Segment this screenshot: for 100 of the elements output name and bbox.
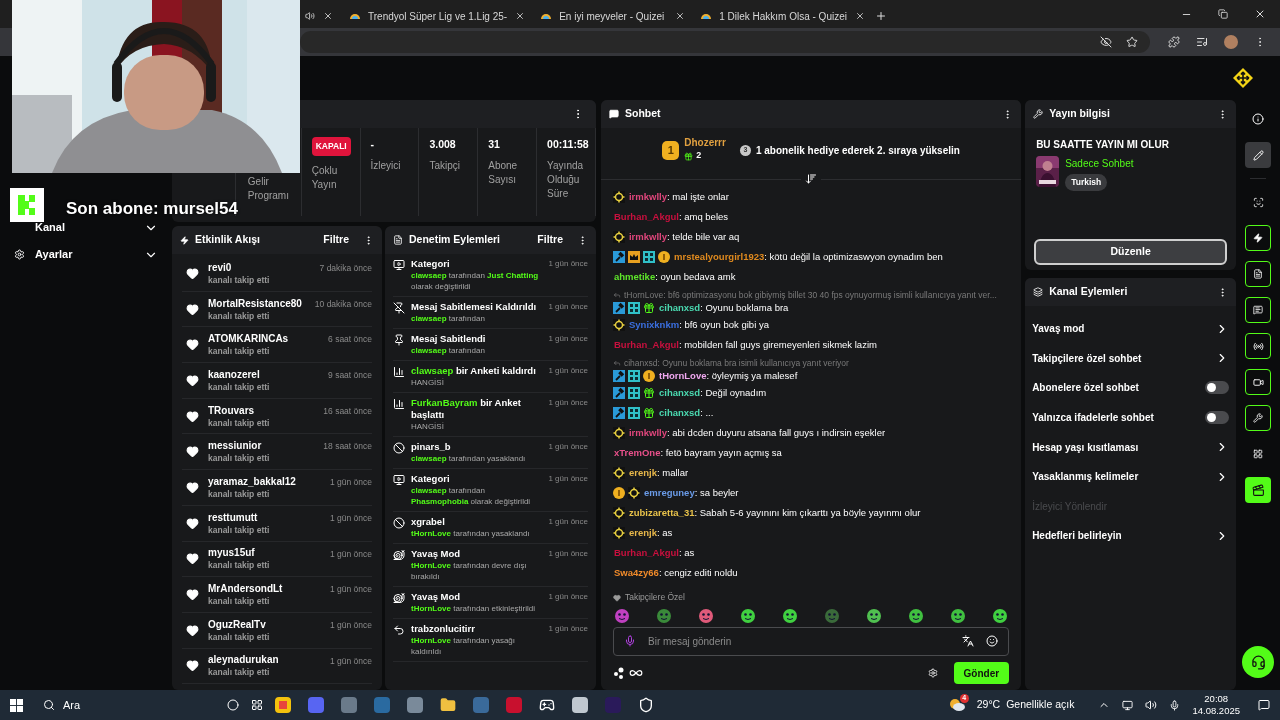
emote-icon[interactable]: [698, 607, 714, 624]
action-detail: tHornLove tarafından etkinleştirildi: [411, 603, 537, 614]
emote-icon[interactable]: [782, 607, 799, 624]
clapperboard-icon: [1251, 483, 1265, 497]
info-icon: [1252, 113, 1265, 125]
heart-icon: [186, 266, 199, 280]
browser-tab[interactable]: Trendyol Süper Lig ve 1.Lig 25-: [342, 4, 534, 28]
toggle-switch[interactable]: [1205, 381, 1230, 395]
heart-icon: [186, 480, 199, 494]
emote-icon[interactable]: [656, 607, 672, 624]
follow-action: kanalı takip etti: [208, 523, 271, 536]
reply-text: tHornLove: bf6 optimizasyonu bok gibiymiş billet 30 40 fps oynuyormuş isimli kullanıcıya yanıt ver...: [624, 288, 997, 302]
follow-action: kanalı takip etti: [208, 380, 271, 393]
document-icon: [393, 235, 403, 245]
follower-name: MrAndersondLt: [208, 582, 284, 596]
video-button[interactable]: [1245, 369, 1272, 395]
emote-icon[interactable]: [992, 607, 1009, 624]
collapse-icon[interactable]: [805, 173, 818, 185]
channel-action-item[interactable]: Abonelere özel sohbet: [1032, 373, 1230, 403]
support-button[interactable]: [1242, 646, 1275, 678]
microphone-icon[interactable]: [1169, 699, 1181, 711]
target-badge-icon: [613, 527, 625, 539]
browser-tab[interactable]: 1 Dilek Hakkım Olsa - Quizei: [693, 4, 873, 28]
og-badge-icon: [628, 407, 640, 419]
category-link[interactable]: Sadece Sohbet: [1065, 156, 1134, 171]
channel-action-item[interactable]: Yasaklanmış kelimeler: [1032, 461, 1230, 492]
gifter-name: Dhozerrr: [684, 137, 726, 150]
media-icon[interactable]: [1196, 36, 1208, 48]
close-icon[interactable]: [1254, 8, 1266, 20]
gavel-badge-icon: [613, 251, 625, 263]
channel-action-item[interactable]: Takipçilere özel sohbet: [1032, 343, 1230, 374]
clock-time: 20:08: [1204, 693, 1229, 705]
lightning-button[interactable]: [1245, 225, 1272, 251]
emote-icon[interactable]: [950, 607, 967, 624]
action-title: pinars_b: [411, 441, 452, 453]
browser-tab[interactable]: En iyi meyveler - Quizei: [533, 4, 694, 28]
address-field[interactable]: [300, 31, 1150, 53]
message-input[interactable]: Bir mesaj gönderin: [648, 633, 951, 649]
emote-icon[interactable]: [908, 607, 925, 624]
restore-icon[interactable]: [1218, 9, 1228, 19]
chat-message: cihanxsd: Değil oynadım: [659, 385, 767, 400]
event-time: 1 gün önce: [548, 516, 588, 528]
notifications-icon[interactable]: [1258, 699, 1270, 711]
send-button[interactable]: Gönder: [953, 662, 1010, 685]
extensions-icon[interactable]: [1168, 36, 1180, 48]
scan-icon: [1252, 196, 1264, 208]
document-button[interactable]: [1245, 261, 1272, 287]
folder-icon[interactable]: [440, 697, 456, 713]
video-camera-icon: [1252, 376, 1264, 388]
toggle-switch[interactable]: [1205, 411, 1230, 425]
channel-action-item[interactable]: Hedefleri belirleyin: [1032, 521, 1230, 551]
weather-icon[interactable]: [948, 698, 965, 712]
translate-icon[interactable]: [962, 635, 975, 648]
diamond-logo[interactable]: [1233, 68, 1253, 88]
settings-icon[interactable]: [927, 668, 938, 679]
close-icon: [675, 11, 686, 21]
bookmark-star-icon[interactable]: [1126, 36, 1138, 48]
volume-icon[interactable]: [1145, 699, 1158, 711]
action-detail: HANGİSİ: [411, 421, 445, 432]
broadcast-button[interactable]: [1245, 333, 1272, 359]
gift-count: 2: [696, 149, 702, 163]
chat-message: xTremOne: fetö bayram yayın açmış sa: [614, 445, 782, 460]
search-field[interactable]: Ara: [35, 693, 215, 717]
action-detail: HANGİSİ: [411, 377, 445, 388]
channel-action-item[interactable]: Yavaş mod: [1032, 314, 1230, 344]
follow-action: kanalı takip etti: [208, 273, 271, 286]
filter-button[interactable]: Filtre: [323, 232, 349, 248]
clapperboard-button[interactable]: [1245, 477, 1272, 503]
channel-action-item[interactable]: Hesap yaşı kısıtlaması: [1032, 432, 1230, 462]
edit-button[interactable]: [1245, 142, 1272, 168]
chat-message: erenjk: mallar: [629, 465, 689, 480]
search-placeholder: Ara: [63, 697, 81, 713]
follower-name: aleynadurukan: [208, 653, 280, 667]
edit-button[interactable]: Düzenle: [1034, 239, 1228, 265]
channel-action-item[interactable]: Yalnızca ifadelerle sohbet: [1032, 402, 1230, 433]
emote-icon[interactable]: [866, 607, 883, 624]
message-field[interactable]: Bir mesaj gönderin: [613, 626, 1010, 657]
target-badge-icon: [613, 191, 625, 203]
gamepad-icon[interactable]: [539, 697, 555, 713]
new-tab-button[interactable]: [874, 10, 887, 22]
action-detail: tHornLove tarafından devre dışı bırakıldı: [411, 560, 528, 582]
eye-off-icon[interactable]: [1100, 36, 1112, 48]
sidebar-item[interactable]: Ayarlar: [14, 241, 158, 268]
wrench-button[interactable]: [1245, 405, 1272, 431]
gavel-badge-icon: [613, 370, 625, 382]
event-time: 16 saat önce: [323, 404, 372, 418]
stat-label: İzleyici: [370, 159, 402, 173]
app-icon[interactable]: [638, 697, 654, 713]
emote-icon[interactable]: [614, 607, 630, 624]
display-icon[interactable]: [1122, 699, 1134, 711]
event-time: 1 gün önce: [548, 333, 588, 345]
emoji-icon[interactable]: [986, 635, 999, 648]
emote-icon[interactable]: [740, 607, 757, 624]
task-view-icon[interactable]: [251, 699, 263, 711]
chat-button[interactable]: [1245, 297, 1272, 323]
browser-app-icon[interactable]: [275, 697, 291, 713]
dots-icon[interactable]: [613, 667, 625, 680]
profile-avatar[interactable]: [1224, 35, 1238, 49]
filter-button[interactable]: Filtre: [537, 232, 563, 248]
start-icon[interactable]: [10, 698, 23, 712]
